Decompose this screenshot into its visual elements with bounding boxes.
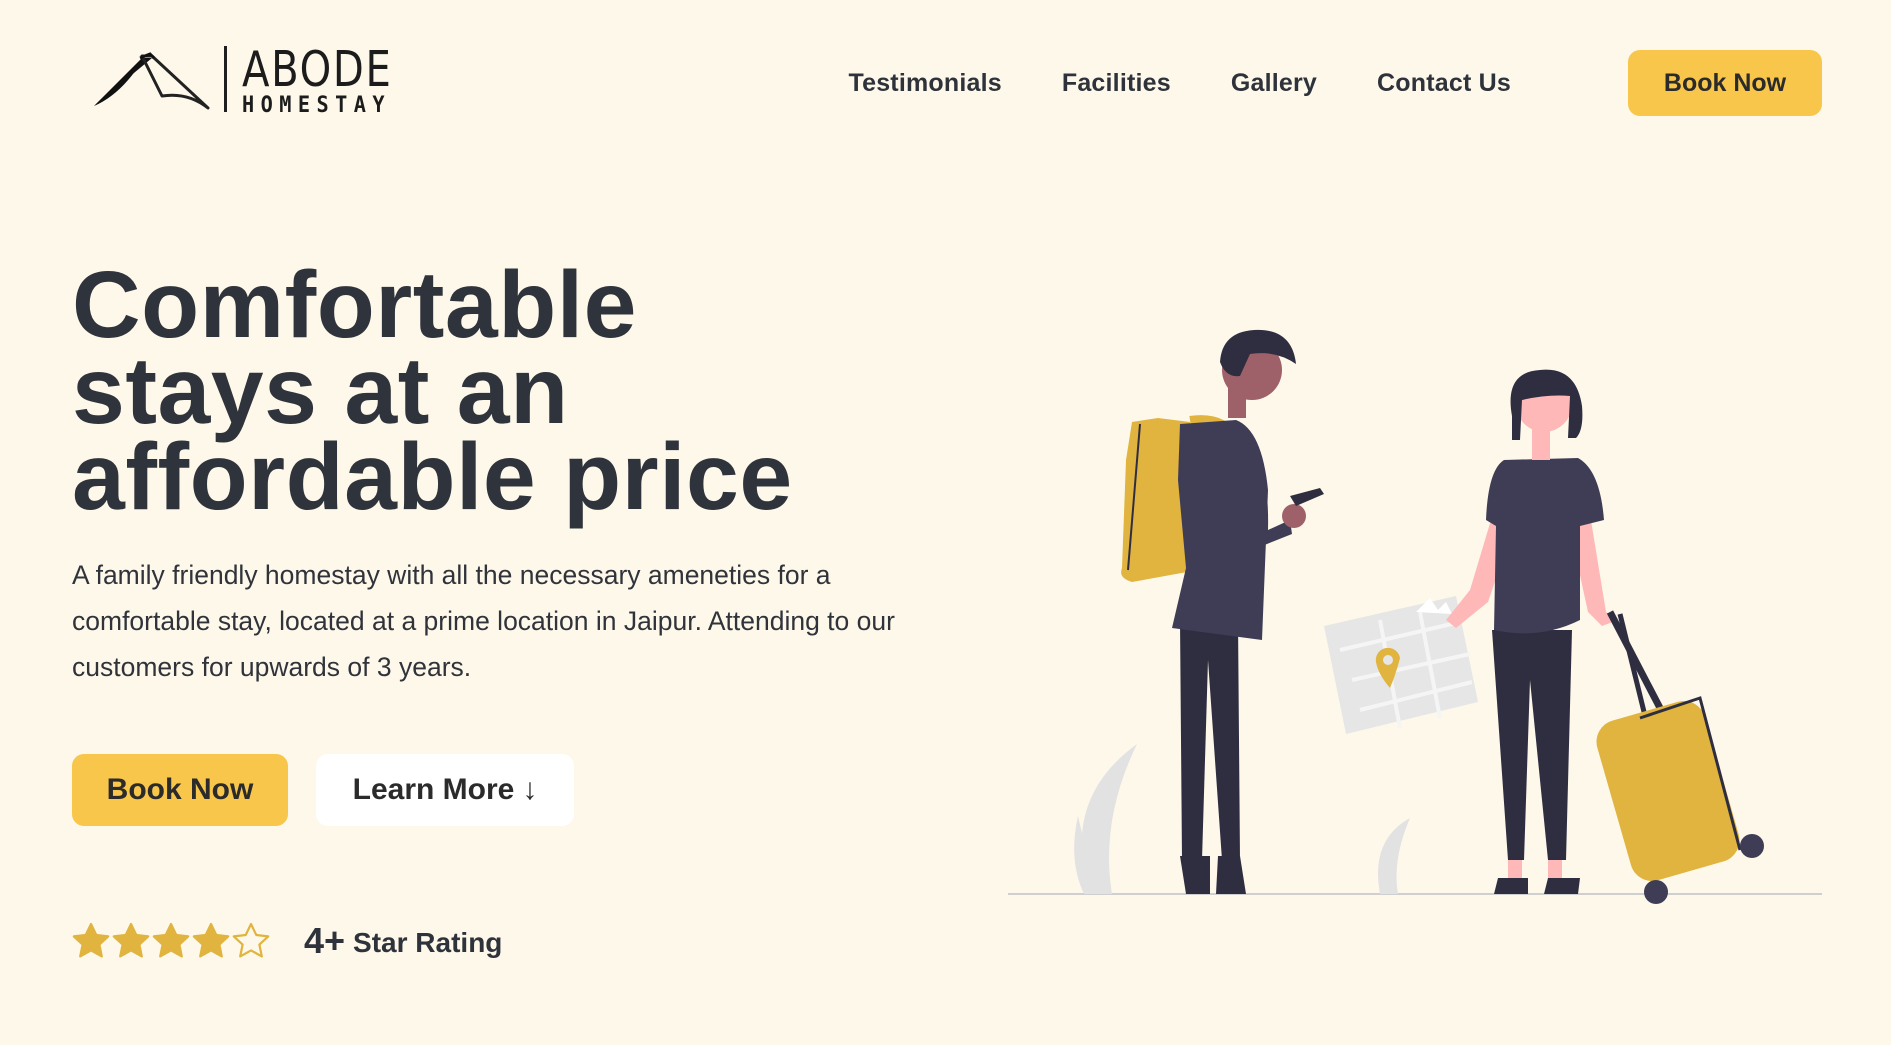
star-filled-icon [72,922,110,958]
logo-divider [224,46,227,112]
nav-link-facilities[interactable]: Facilities [1062,66,1171,100]
nav-link-testimonials[interactable]: Testimonials [848,66,1001,100]
tent-logo-icon [94,52,210,110]
star-empty-icon [232,922,270,958]
learn-more-label: Learn More [352,773,515,806]
learn-more-button[interactable]: Learn More ↓ [316,754,574,826]
hero-book-now-button[interactable]: Book Now [72,754,288,826]
plant-mid [1378,818,1410,894]
brand-logo[interactable]: ABODE HOMESTAY [92,41,393,118]
nav-book-now-button[interactable]: Book Now [1628,50,1822,116]
hero-book-now-label: Book Now [106,773,254,806]
rating-stars [72,922,270,960]
arrow-down-icon: ↓ [522,773,538,806]
woman-figure [1446,369,1618,894]
hero-title: Comfortable stays at an affordable price [72,252,892,530]
star-filled-icon [152,922,190,958]
brand-name: ABODE [242,41,393,98]
nav-link-contact-us[interactable]: Contact Us [1377,66,1511,100]
rating-value: 4+ [304,920,346,961]
man-figure [1121,329,1324,894]
star-filled-icon [192,922,230,958]
travelers-illustration [1008,329,1822,904]
star-rating: 4+ Star Rating [72,920,502,962]
suitcase [1596,610,1764,904]
hero-title-line: stays at an [72,338,569,444]
nav-link-gallery[interactable]: Gallery [1231,66,1317,100]
rating-label: Star Rating [353,927,503,958]
hero-title-line: Comfortable [72,252,637,358]
main-nav: Testimonials Facilities Gallery Contact … [848,66,1511,100]
hero-title-line: affordable price [72,424,793,530]
star-filled-icon [112,922,150,958]
hero-description: A family friendly homestay with all the … [72,560,895,682]
brand-tagline: HOMESTAY [242,93,392,118]
